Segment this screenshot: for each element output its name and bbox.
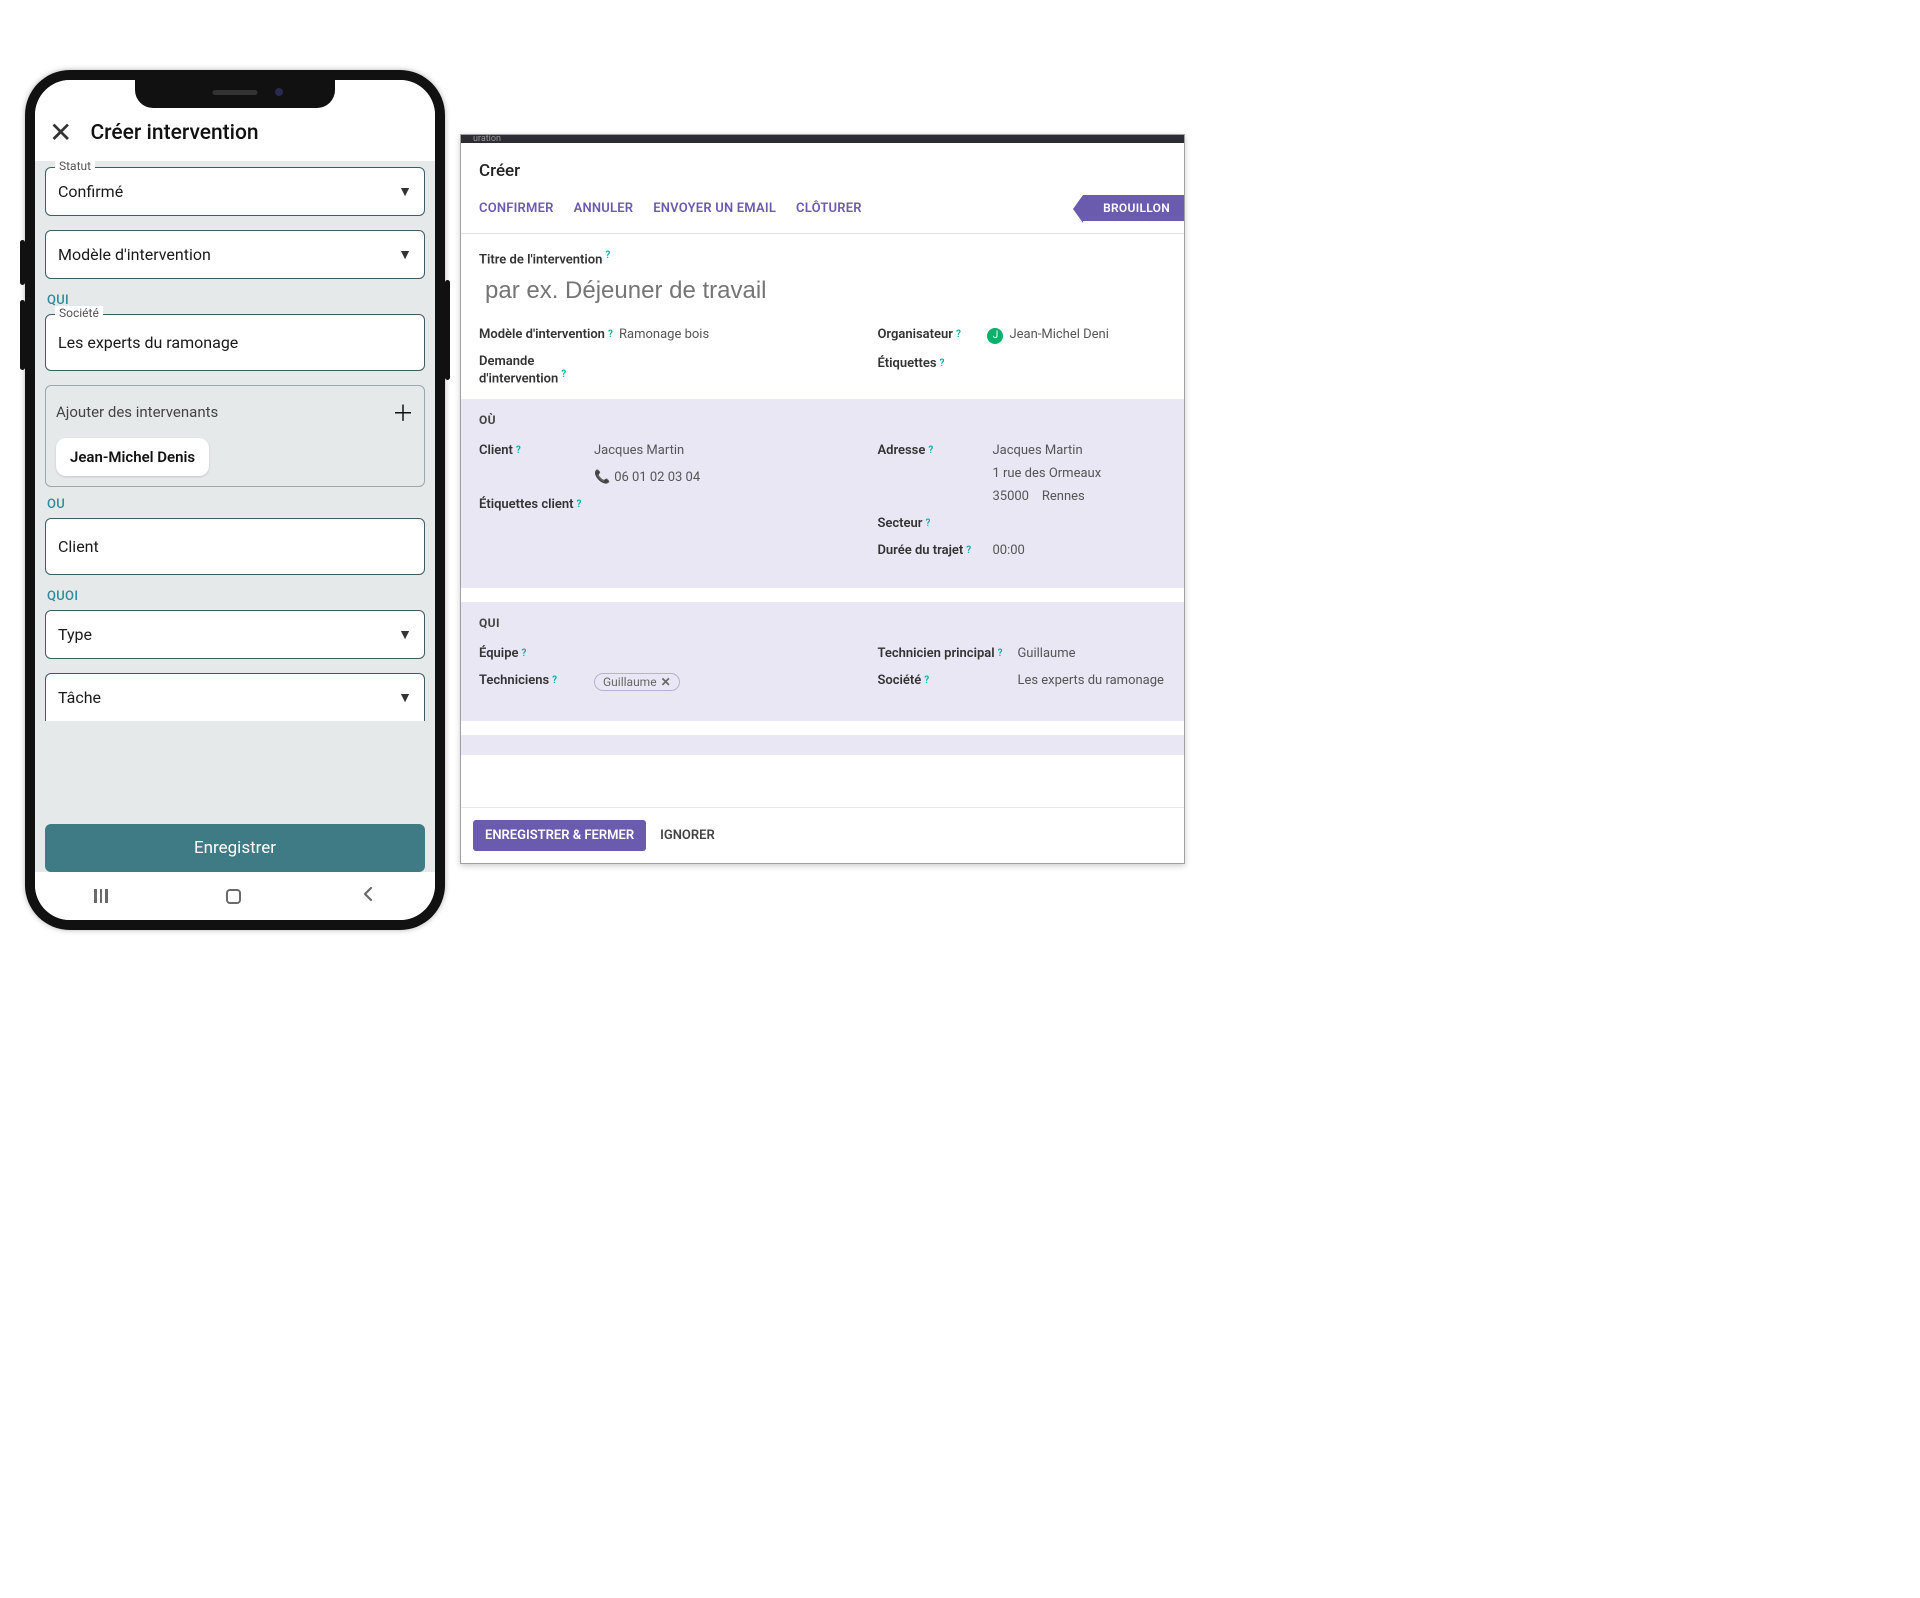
section-who-head: QUI [479, 616, 1166, 630]
close-icon[interactable]: ✕ [49, 116, 72, 149]
action-cancel[interactable]: ANNULER [574, 201, 634, 216]
help-icon[interactable]: ? [552, 675, 557, 686]
mobile-phone-frame: ✕ Créer intervention Statut Confirmé ▼ M… [25, 70, 445, 930]
plus-icon[interactable]: ＋ [392, 396, 414, 428]
chevron-down-icon: ▼ [398, 626, 412, 643]
help-icon[interactable]: ? [516, 445, 521, 456]
workers-box: Ajouter des intervenants ＋ Jean-Michel D… [45, 385, 425, 487]
help-icon[interactable]: ? [605, 250, 610, 261]
travel-value[interactable]: 00:00 [992, 543, 1024, 558]
section-who: QUI Équipe? Techniciens? Guillaume ✕ [461, 602, 1184, 721]
help-icon[interactable]: ? [998, 648, 1003, 659]
status-field[interactable]: Statut Confirmé ▼ [45, 167, 425, 216]
mobile-title: Créer intervention [90, 121, 258, 145]
ignore-button[interactable]: IGNORER [660, 828, 715, 843]
chevron-down-icon: ▼ [398, 246, 412, 263]
action-close[interactable]: CLÔTURER [796, 201, 862, 216]
help-icon[interactable]: ? [928, 445, 933, 456]
model-label: Modèle d'intervention [58, 245, 211, 264]
help-icon[interactable]: ? [940, 358, 945, 369]
section-who: QUI [47, 293, 425, 308]
team-label: Équipe? [479, 646, 594, 661]
technicians-label: Techniciens? [479, 673, 594, 688]
save-button[interactable]: Enregistrer [45, 824, 425, 872]
intervention-title-input[interactable] [479, 267, 1166, 321]
travel-label: Durée du trajet? [877, 543, 992, 558]
web-modal: uration Créer CONFIRMER ANNULER ENVOYER … [460, 134, 1185, 864]
avatar: J [987, 328, 1003, 344]
request-label: Demande d'intervention? [479, 354, 619, 386]
main-tech-value[interactable]: Guillaume [1017, 646, 1075, 661]
web-action-links: CONFIRMER ANNULER ENVOYER UN EMAIL CLÔTU… [479, 201, 862, 216]
section-where-head: OÙ [479, 413, 1166, 427]
organizer-value[interactable]: JJean-Michel Deni [987, 327, 1108, 344]
client-label: Client? [479, 443, 594, 458]
web-top-strip: uration [461, 135, 1184, 143]
client-phone[interactable]: 📞06 01 02 03 04 [594, 470, 700, 485]
help-icon[interactable]: ? [522, 648, 527, 659]
main-tech-label: Technicien principal? [877, 646, 1017, 661]
save-and-close-button[interactable]: ENREGISTRER & FERMER [473, 820, 646, 851]
chevron-down-icon: ▼ [398, 183, 412, 200]
company-label: Société? [877, 673, 1017, 688]
action-confirm[interactable]: CONFIRMER [479, 201, 554, 216]
nav-recents-icon[interactable] [94, 889, 108, 903]
model-label: Modèle d'intervention? [479, 327, 619, 342]
nav-home-icon[interactable] [226, 889, 241, 904]
nav-back-icon[interactable] [360, 886, 376, 906]
address-name[interactable]: Jacques Martin [992, 443, 1101, 458]
task-label: Tâche [58, 688, 101, 707]
help-icon[interactable]: ? [561, 369, 566, 380]
status-value: Confirmé [58, 182, 123, 201]
address-label: Adresse? [877, 443, 992, 458]
status-label: Statut [55, 161, 95, 173]
help-icon[interactable]: ? [925, 518, 930, 529]
type-field[interactable]: Type ▼ [45, 610, 425, 659]
add-workers-label: Ajouter des intervenants [56, 403, 218, 421]
address-street[interactable]: 1 rue des Ormeaux [992, 466, 1101, 481]
section-where: OU [47, 497, 425, 512]
intervention-title-label: Titre de l'intervention? [479, 250, 1166, 267]
technician-chip[interactable]: Guillaume ✕ [594, 673, 680, 691]
help-icon[interactable]: ? [608, 329, 613, 340]
worker-chip[interactable]: Jean-Michel Denis [56, 438, 209, 476]
company-value: Les experts du ramonage [58, 333, 238, 352]
client-field[interactable]: Client [45, 518, 425, 575]
type-label: Type [58, 625, 92, 644]
help-icon[interactable]: ? [924, 675, 929, 686]
model-field[interactable]: Modèle d'intervention ▼ [45, 230, 425, 279]
web-title: Créer [461, 143, 1184, 187]
phone-notch [135, 80, 335, 108]
company-label: Société [55, 306, 103, 320]
sector-label: Secteur? [877, 516, 992, 531]
client-label: Client [58, 537, 99, 556]
tags-label: Étiquettes? [877, 356, 987, 371]
company-value[interactable]: Les experts du ramonage [1017, 673, 1163, 688]
remove-chip-icon[interactable]: ✕ [661, 675, 671, 689]
help-icon[interactable]: ? [956, 329, 961, 340]
client-tags-label: Étiquettes client? [479, 497, 594, 512]
action-send-email[interactable]: ENVOYER UN EMAIL [653, 201, 776, 216]
company-field[interactable]: Société Les experts du ramonage [45, 314, 425, 371]
client-name[interactable]: Jacques Martin [594, 443, 684, 458]
status-flag-draft: BROUILLON [1083, 195, 1184, 221]
section-what: QUOI [47, 589, 425, 604]
android-nav [35, 872, 435, 920]
address-city[interactable]: Rennes [1042, 489, 1085, 504]
task-field[interactable]: Tâche ▼ [45, 673, 425, 721]
help-icon[interactable]: ? [576, 499, 581, 510]
section-where: OÙ Client? Jacques Martin 📞06 01 02 03 0… [461, 399, 1184, 588]
chevron-down-icon: ▼ [398, 689, 412, 706]
organizer-label: Organisateur? [877, 327, 987, 342]
address-zip[interactable]: 35000 [992, 489, 1029, 504]
phone-icon: 📞 [594, 470, 610, 485]
model-value[interactable]: Ramonage bois [619, 327, 709, 342]
help-icon[interactable]: ? [966, 545, 971, 556]
